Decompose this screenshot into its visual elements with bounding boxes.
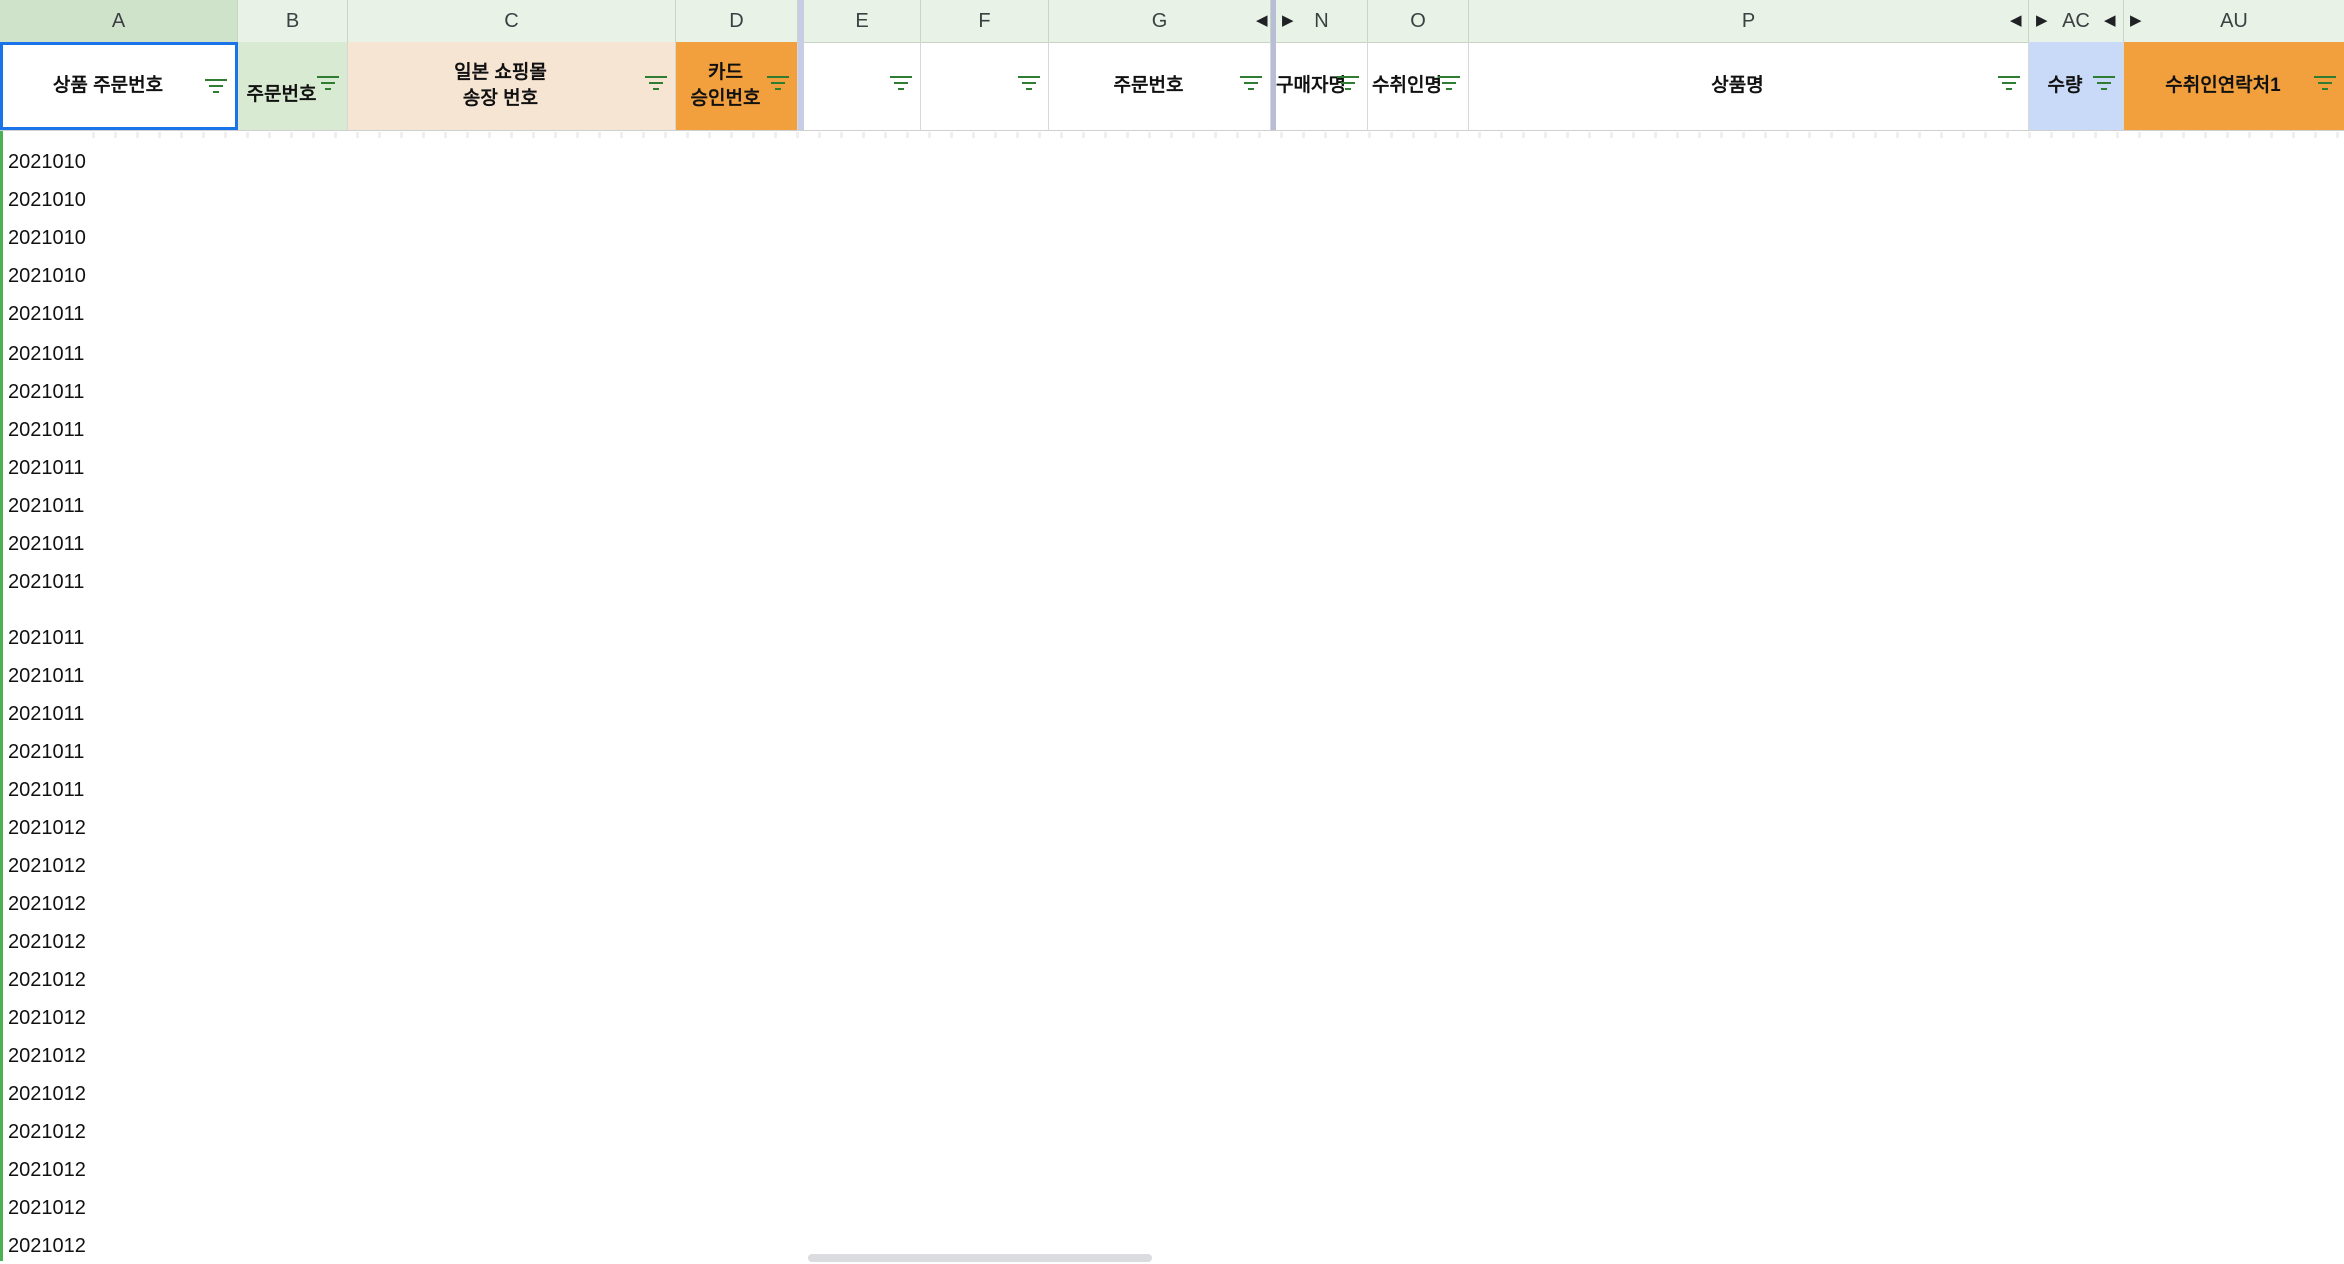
header-cell-f[interactable] [921, 42, 1049, 130]
header-label-au: 수취인연락처1 [2165, 75, 2281, 96]
header-cell-a[interactable]: 상품 주문번호 [0, 42, 238, 130]
filter-icon[interactable] [2314, 76, 2336, 92]
table-row[interactable]: 2021012 [8, 969, 94, 992]
column-header-g[interactable]: G [1049, 0, 1271, 42]
header-label-row: 상품 주문번호 주문번호 일본 쇼핑몰 송장 번호 카드 승인번호 주문번호 구… [0, 42, 2344, 131]
horizontal-scrollbar[interactable] [808, 1254, 1152, 1262]
header-cell-au[interactable]: 수취인연락처1 [2124, 42, 2344, 130]
table-row[interactable]: 2021011 [8, 627, 94, 650]
filter-icon[interactable] [1438, 76, 1460, 92]
table-row[interactable]: 2021011 [8, 495, 94, 518]
column-a-values: 2021010 2021010 2021010 2021010 2021011 20210… [0, 131, 95, 1261]
column-header-p[interactable]: P [1469, 0, 2029, 42]
table-row[interactable]: 2021012 [8, 1007, 94, 1030]
table-row[interactable]: 2021011 [8, 779, 94, 802]
column-header-b[interactable]: B [238, 0, 348, 42]
filter-icon[interactable] [645, 76, 667, 92]
header-label-c: 일본 쇼핑몰 송장 번호 [454, 62, 547, 109]
column-header-e[interactable]: E [804, 0, 921, 42]
header-label-p: 상품명 [1711, 75, 1764, 96]
table-row[interactable]: 2021012 [8, 931, 94, 954]
header-cell-c[interactable]: 일본 쇼핑몰 송장 번호 [348, 42, 676, 130]
table-row[interactable]: 2021011 [8, 303, 94, 326]
table-row[interactable]: 2021011 [8, 665, 94, 688]
column-header-row: A B C D E F G ◀ ▶ N O P ◀ ▶ AC ◀ ▶ AU [0, 0, 2344, 130]
header-cell-n[interactable]: 구매자명 [1276, 42, 1368, 130]
row-separator [92, 132, 2344, 138]
header-label-g: 주문번호 [1113, 75, 1184, 96]
filter-icon[interactable] [317, 76, 339, 92]
table-row[interactable]: 2021010 [8, 151, 94, 174]
table-row[interactable]: 2021011 [8, 703, 94, 726]
collapse-left-icon[interactable]: ◀ [2010, 0, 2022, 42]
table-row[interactable]: 2021011 [8, 741, 94, 764]
header-cell-g[interactable]: 주문번호 [1049, 42, 1271, 130]
collapse-left-icon[interactable]: ◀ [1256, 0, 1268, 42]
table-row[interactable]: 2021011 [8, 457, 94, 480]
column-header-a[interactable]: A [0, 0, 238, 42]
table-row[interactable]: 2021012 [8, 893, 94, 916]
table-row[interactable]: 2021012 [8, 1121, 94, 1144]
filter-icon[interactable] [1337, 76, 1359, 92]
table-row[interactable]: 2021012 [8, 1159, 94, 1182]
table-row[interactable]: 2021010 [8, 189, 94, 212]
header-cell-d[interactable]: 카드 승인번호 [676, 42, 798, 130]
column-header-o[interactable]: O [1368, 0, 1469, 42]
header-label-a: 상품 주문번호 [52, 75, 164, 96]
header-cell-e[interactable] [804, 42, 921, 130]
column-header-n[interactable]: N [1276, 0, 1368, 42]
table-row[interactable]: 2021011 [8, 419, 94, 442]
filter-icon[interactable] [2093, 76, 2115, 92]
filter-icon[interactable] [205, 79, 227, 95]
column-header-au[interactable]: AU [2124, 0, 2344, 42]
table-row[interactable]: 2021012 [8, 817, 94, 840]
table-row[interactable]: 2021011 [8, 533, 94, 556]
table-row[interactable]: 2021012 [8, 1045, 94, 1068]
filter-icon[interactable] [767, 76, 789, 92]
table-row[interactable]: 2021011 [8, 343, 94, 366]
column-header-d[interactable]: D [676, 0, 798, 42]
column-header-c[interactable]: C [348, 0, 676, 42]
table-row[interactable]: 2021011 [8, 571, 94, 594]
header-cell-o[interactable]: 수취인명 [1368, 42, 1469, 130]
collapse-left-icon[interactable]: ◀ [2104, 0, 2116, 42]
table-row[interactable]: 2021012 [8, 855, 94, 878]
filter-icon[interactable] [1998, 76, 2020, 92]
table-row[interactable]: 2021011 [8, 381, 94, 404]
table-row[interactable]: 2021010 [8, 227, 94, 250]
table-row[interactable]: 2021012 [8, 1197, 94, 1220]
filter-icon[interactable] [1240, 76, 1262, 92]
table-row[interactable]: 2021010 [8, 265, 94, 288]
header-cell-ac[interactable]: 수량 [2029, 42, 2124, 130]
table-row[interactable]: 2021012 [8, 1083, 94, 1106]
filter-icon[interactable] [1018, 76, 1040, 92]
column-header-f[interactable]: F [921, 0, 1049, 42]
filter-icon[interactable] [890, 76, 912, 92]
header-cell-p[interactable]: 상품명 [1469, 42, 2029, 130]
table-row[interactable]: 2021012 [8, 1235, 94, 1258]
header-cell-b[interactable]: 주문번호 [238, 42, 348, 130]
